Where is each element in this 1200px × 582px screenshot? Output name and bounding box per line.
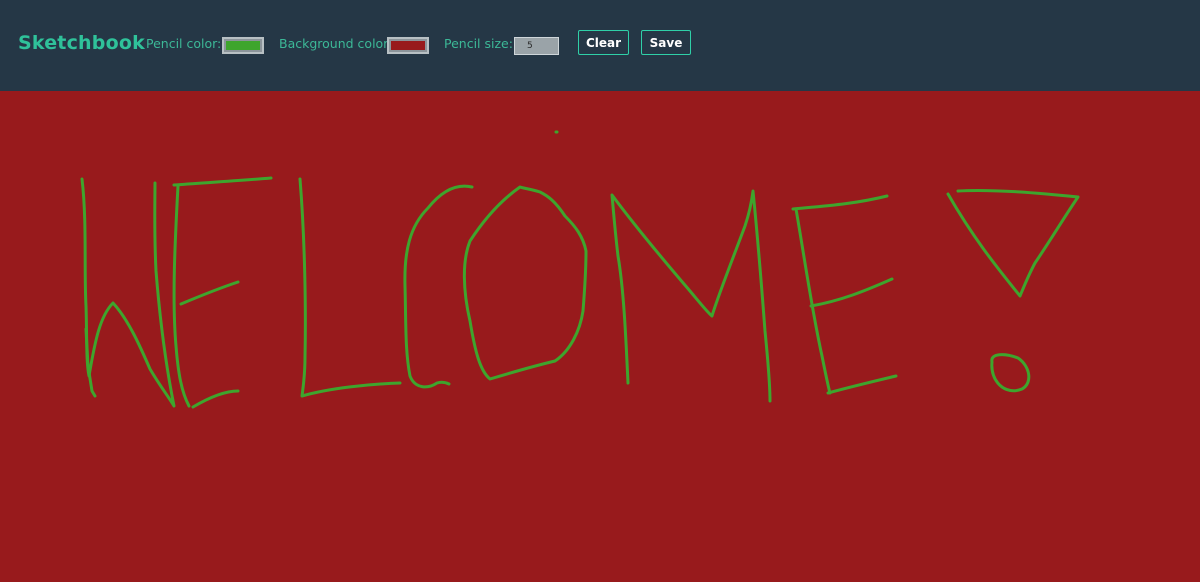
background-color-picker[interactable] [387,37,429,54]
pencil-color-label: Pencil color: [146,36,222,51]
save-button[interactable]: Save [641,30,691,55]
background-color-label: Background color: [279,36,393,51]
app-title: Sketchbook [18,32,145,54]
pencil-color-picker[interactable] [222,37,264,54]
toolbar: Sketchbook Pencil color: Background colo… [0,0,1200,91]
pencil-size-input[interactable] [514,37,559,55]
sketch-layer [0,91,1200,582]
drawing-canvas[interactable] [0,91,1200,582]
pencil-color-swatch [226,41,260,50]
background-color-swatch [391,41,425,50]
canvas-background [0,91,1200,582]
clear-button[interactable]: Clear [578,30,629,55]
pencil-size-label: Pencil size: [444,36,513,51]
